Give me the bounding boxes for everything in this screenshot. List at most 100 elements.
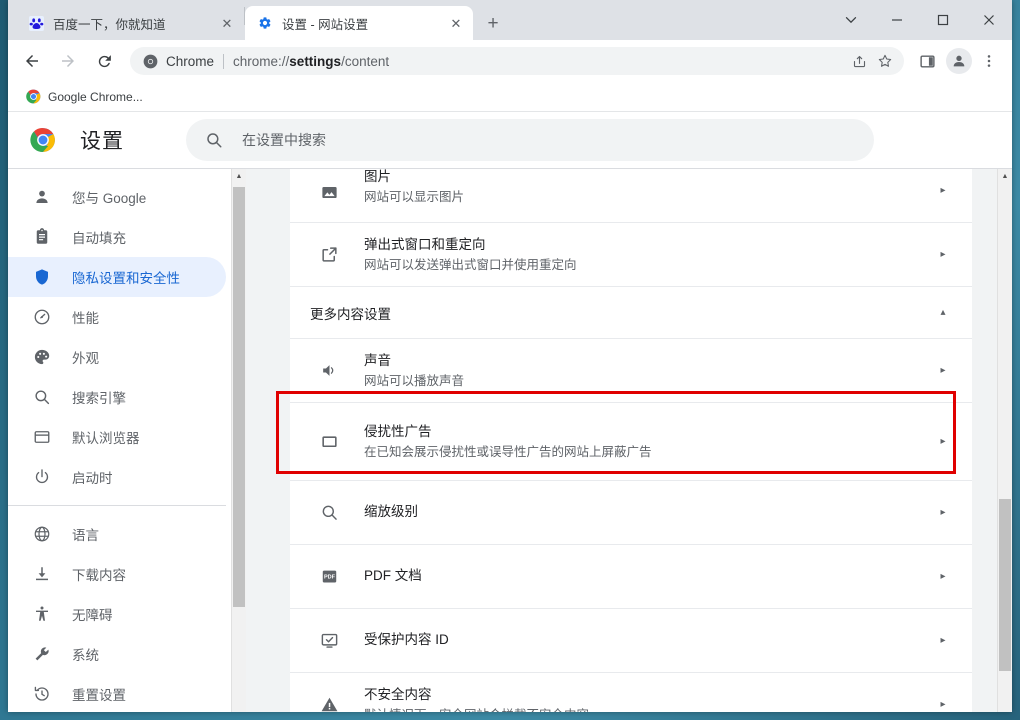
sidebar-item-default-browser[interactable]: 默认浏览器 [8, 417, 226, 457]
tab-baidu[interactable]: 百度一下，你就知道 ✕ [16, 6, 244, 40]
sidebar-item-privacy-and-security[interactable]: 隐私设置和安全性 [8, 257, 226, 297]
scrollbar-thumb[interactable] [999, 499, 1011, 671]
chevron-right-icon: ▸ [940, 699, 946, 710]
search-icon [204, 130, 224, 150]
warning-icon [318, 694, 340, 713]
side-panel-icon[interactable] [912, 46, 942, 76]
chevron-right-icon: ▸ [940, 184, 946, 196]
address-bar[interactable]: Chrome chrome://settings/content [130, 47, 904, 75]
url-suffix: /content [341, 53, 390, 69]
chrome-browser-window: 百度一下，你就知道 ✕ 设置 - 网站设置 ✕ + Chrome chrome:… [8, 0, 1012, 712]
scroll-up-arrow-icon[interactable]: ▲ [998, 169, 1012, 184]
chevron-right-icon: ▸ [940, 507, 946, 518]
search-input[interactable] [242, 131, 856, 148]
chrome-icon [25, 89, 41, 105]
restore-history-icon [32, 684, 52, 704]
svg-text:PDF: PDF [323, 575, 335, 581]
tab-settings[interactable]: 设置 - 网站设置 ✕ [245, 6, 473, 40]
chevron-right-icon: ▸ [940, 571, 946, 582]
row-popups-and-redirects[interactable]: 弹出式窗口和重定向 网站可以发送弹出式窗口并使用重定向 ▸ [290, 223, 972, 287]
sidebar-item-languages[interactable]: 语言 [8, 514, 226, 554]
tab-close-button[interactable]: ✕ [447, 14, 465, 32]
sidebar-item-system[interactable]: 系统 [8, 634, 226, 674]
wrench-icon [32, 644, 52, 664]
sidebar-item-you-and-google[interactable]: 您与 Google [8, 177, 226, 217]
settings-header: 设置 [8, 112, 1012, 168]
row-zoom-levels[interactable]: 缩放级别 ▸ [290, 481, 972, 545]
url-text: chrome://settings/content [233, 54, 840, 69]
row-title: 缩放级别 [364, 504, 418, 520]
settings-search-box[interactable] [186, 118, 874, 161]
row-insecure-content[interactable]: 不安全内容 默认情况下，安全网站会拦截不安全内容 ▸ [290, 673, 972, 712]
image-icon [318, 181, 340, 203]
star-icon[interactable] [872, 48, 898, 74]
tab-search-chevron-icon[interactable] [828, 0, 874, 40]
url-prefix: chrome:// [233, 53, 290, 69]
row-subtitle: 默认情况下，安全网站会拦截不安全内容 [364, 706, 934, 712]
reload-button-icon[interactable] [89, 46, 119, 76]
search-icon [32, 387, 52, 407]
sidebar-scrollbar[interactable]: ▲ ▼ [231, 169, 246, 712]
sidebar-item-label: 启动时 [72, 471, 113, 486]
sidebar-item-label: 下载内容 [72, 568, 126, 583]
sidebar-item-label: 语言 [72, 528, 99, 543]
omnibox-action-icons [846, 48, 898, 74]
back-button-icon[interactable] [17, 46, 47, 76]
bookmarks-bar: Google Chrome... [8, 82, 1012, 112]
row-images[interactable]: 图片 网站可以显示图片 ▸ [290, 169, 972, 223]
sidebar-item-appearance[interactable]: 外观 [8, 337, 226, 377]
person-icon [32, 187, 52, 207]
row-pdf-documents[interactable]: PDF PDF 文档 ▸ [290, 545, 972, 609]
row-intrusive-ads[interactable]: 侵扰性广告 在已知会展示侵扰性或误导性广告的网站上屏蔽广告 ▸ [290, 403, 972, 481]
browser-toolbar: Chrome chrome://settings/content [8, 40, 1012, 82]
minimize-button[interactable] [874, 0, 920, 40]
protected-content-icon [318, 630, 340, 652]
sidebar-item-autofill[interactable]: 自动填充 [8, 217, 226, 257]
scroll-up-arrow-icon[interactable]: ▲ [232, 169, 246, 184]
sidebar-item-downloads[interactable]: 下载内容 [8, 554, 226, 594]
sidebar-item-label: 重置设置 [72, 688, 126, 703]
sidebar-item-reset-settings[interactable]: 重置设置 [8, 674, 226, 712]
section-title: 更多内容设置 [310, 306, 391, 322]
scroll-down-arrow-icon[interactable]: ▼ [232, 711, 246, 712]
three-dot-menu-icon[interactable] [974, 46, 1004, 76]
tab-close-button[interactable]: ✕ [218, 14, 236, 32]
zoom-icon [318, 502, 340, 524]
row-protected-content-id[interactable]: 受保护内容 ID ▸ [290, 609, 972, 673]
bookmark-item-google-chrome[interactable]: Google Chrome... [18, 86, 150, 108]
settings-sidebar: 您与 Google 自动填充 隐私设置和安全性 性能 外观 搜索引擎 默认浏览器… [8, 169, 246, 712]
sidebar-item-on-startup[interactable]: 启动时 [8, 457, 226, 497]
share-icon[interactable] [846, 48, 872, 74]
section-header-more-content-settings[interactable]: 更多内容设置 ▴ [290, 287, 972, 339]
chevron-right-icon: ▸ [940, 365, 946, 376]
scroll-down-arrow-icon[interactable]: ▼ [998, 711, 1012, 712]
tab-strip: 百度一下，你就知道 ✕ 设置 - 网站设置 ✕ + [8, 0, 1012, 40]
row-title: 受保护内容 ID [364, 632, 449, 648]
row-subtitle: 在已知会展示侵扰性或误导性广告的网站上屏蔽广告 [364, 444, 652, 459]
sidebar-item-performance[interactable]: 性能 [8, 297, 226, 337]
url-bold-part: settings [289, 53, 342, 69]
accessibility-icon [32, 604, 52, 624]
sidebar-item-accessibility[interactable]: 无障碍 [8, 594, 226, 634]
close-button[interactable] [966, 0, 1012, 40]
sidebar-item-label: 自动填充 [72, 231, 126, 246]
new-tab-button[interactable]: + [479, 9, 507, 37]
chevron-right-icon: ▸ [940, 249, 946, 260]
sidebar-item-label: 搜索引擎 [72, 391, 126, 406]
forward-button-icon[interactable] [53, 46, 83, 76]
profile-avatar-icon[interactable] [946, 48, 972, 74]
page-scrollbar[interactable]: ▲ ▼ [997, 169, 1012, 712]
settings-body: 您与 Google 自动填充 隐私设置和安全性 性能 外观 搜索引擎 默认浏览器… [8, 168, 1012, 712]
scrollbar-thumb[interactable] [233, 187, 245, 607]
sidebar-item-label: 隐私设置和安全性 [72, 271, 180, 286]
row-title: 侵扰性广告 [364, 423, 432, 439]
sidebar-item-label: 外观 [72, 351, 99, 366]
row-sound[interactable]: 声音 网站可以播放声音 ▸ [290, 339, 972, 403]
sidebar-item-search-engine[interactable]: 搜索引擎 [8, 377, 226, 417]
chevron-up-icon: ▴ [940, 307, 946, 318]
maximize-button[interactable] [920, 0, 966, 40]
bookmark-label: Google Chrome... [48, 89, 143, 104]
tab-title: 百度一下，你就知道 [53, 17, 166, 32]
row-title: 图片 [364, 169, 391, 184]
sidebar-item-label: 无障碍 [72, 608, 113, 623]
